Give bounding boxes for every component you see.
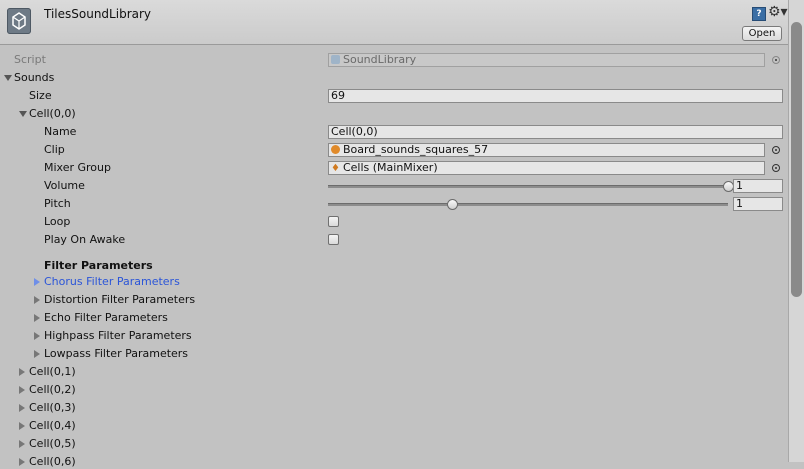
vertical-scrollbar[interactable] bbox=[788, 0, 804, 462]
cell-0-3-foldout-arrow-icon[interactable] bbox=[19, 404, 25, 412]
echo-foldout-arrow-icon[interactable] bbox=[34, 314, 40, 322]
cell-0-0-label[interactable]: Cell(0,0) bbox=[29, 107, 76, 121]
inspector-header: TilesSoundLibrary ? ⚙▾ Open bbox=[0, 0, 788, 45]
volume-slider-track[interactable] bbox=[328, 185, 728, 188]
cell-0-1-foldout-arrow-icon[interactable] bbox=[19, 368, 25, 376]
loop-checkbox[interactable] bbox=[328, 216, 339, 227]
script-value: SoundLibrary bbox=[343, 53, 417, 66]
mixer-object-picker-icon[interactable] bbox=[772, 164, 780, 172]
pitch-slider-track[interactable] bbox=[328, 203, 728, 206]
play-on-awake-label: Play On Awake bbox=[44, 233, 126, 246]
sounds-label[interactable]: Sounds bbox=[14, 71, 54, 85]
pitch-slider-thumb[interactable] bbox=[447, 199, 458, 210]
cell-0-0-foldout-arrow-icon[interactable] bbox=[19, 111, 27, 117]
volume-label: Volume bbox=[44, 179, 85, 192]
chorus-filter-foldout[interactable]: Chorus Filter Parameters bbox=[44, 275, 180, 289]
clip-label: Clip bbox=[44, 143, 65, 156]
pitch-field[interactable]: 1 bbox=[733, 197, 783, 211]
lowpass-foldout-arrow-icon[interactable] bbox=[34, 350, 40, 358]
chorus-foldout-arrow-icon[interactable] bbox=[34, 278, 40, 286]
clip-field[interactable]: Board_sounds_squares_57 bbox=[328, 143, 765, 157]
echo-filter-foldout[interactable]: Echo Filter Parameters bbox=[44, 311, 168, 325]
clip-object-picker-icon[interactable] bbox=[772, 146, 780, 154]
asset-title: TilesSoundLibrary bbox=[44, 7, 152, 21]
cell-0-1-label[interactable]: Cell(0,1) bbox=[29, 365, 76, 379]
cell-0-2-foldout-arrow-icon[interactable] bbox=[19, 386, 25, 394]
mixer-icon: ♦ bbox=[331, 163, 340, 174]
cell-0-2-label[interactable]: Cell(0,2) bbox=[29, 383, 76, 397]
play-on-awake-checkbox[interactable] bbox=[328, 234, 339, 245]
size-field[interactable]: 69 bbox=[328, 89, 783, 103]
mixer-group-label: Mixer Group bbox=[44, 161, 111, 174]
distortion-foldout-arrow-icon[interactable] bbox=[34, 296, 40, 304]
script-object-picker-icon bbox=[772, 56, 780, 64]
cell-0-3-label[interactable]: Cell(0,3) bbox=[29, 401, 76, 415]
cell-0-5-foldout-arrow-icon[interactable] bbox=[19, 440, 25, 448]
highpass-filter-foldout[interactable]: Highpass Filter Parameters bbox=[44, 329, 192, 343]
name-label: Name bbox=[44, 125, 77, 138]
open-button[interactable]: Open bbox=[742, 26, 782, 41]
loop-label: Loop bbox=[44, 215, 71, 228]
sounds-foldout-arrow-icon[interactable] bbox=[4, 75, 12, 81]
distortion-filter-foldout[interactable]: Distortion Filter Parameters bbox=[44, 293, 195, 307]
pitch-label: Pitch bbox=[44, 197, 71, 210]
scrollbar-thumb[interactable] bbox=[791, 22, 802, 297]
mixer-group-value: Cells (MainMixer) bbox=[342, 161, 438, 174]
volume-field[interactable]: 1 bbox=[733, 179, 783, 193]
audio-clip-icon bbox=[331, 145, 340, 154]
lowpass-filter-foldout[interactable]: Lowpass Filter Parameters bbox=[44, 347, 188, 361]
cell-0-5-label[interactable]: Cell(0,5) bbox=[29, 437, 76, 451]
script-field[interactable]: SoundLibrary bbox=[328, 53, 765, 67]
cell-0-4-label[interactable]: Cell(0,4) bbox=[29, 419, 76, 433]
script-file-icon bbox=[331, 55, 340, 64]
script-label: Script bbox=[14, 53, 46, 66]
cell-0-6-label[interactable]: Cell(0,6) bbox=[29, 455, 76, 469]
help-icon[interactable]: ? bbox=[752, 7, 766, 21]
size-label: Size bbox=[29, 89, 52, 102]
cell-0-6-foldout-arrow-icon[interactable] bbox=[19, 458, 25, 466]
gear-icon[interactable]: ⚙▾ bbox=[768, 4, 788, 20]
clip-value: Board_sounds_squares_57 bbox=[343, 143, 489, 156]
filter-parameters-header: Filter Parameters bbox=[44, 259, 153, 272]
unity-logo-icon bbox=[7, 8, 31, 34]
name-field[interactable]: Cell(0,0) bbox=[328, 125, 783, 139]
highpass-foldout-arrow-icon[interactable] bbox=[34, 332, 40, 340]
cell-0-4-foldout-arrow-icon[interactable] bbox=[19, 422, 25, 430]
mixer-group-field[interactable]: ♦ Cells (MainMixer) bbox=[328, 161, 765, 175]
